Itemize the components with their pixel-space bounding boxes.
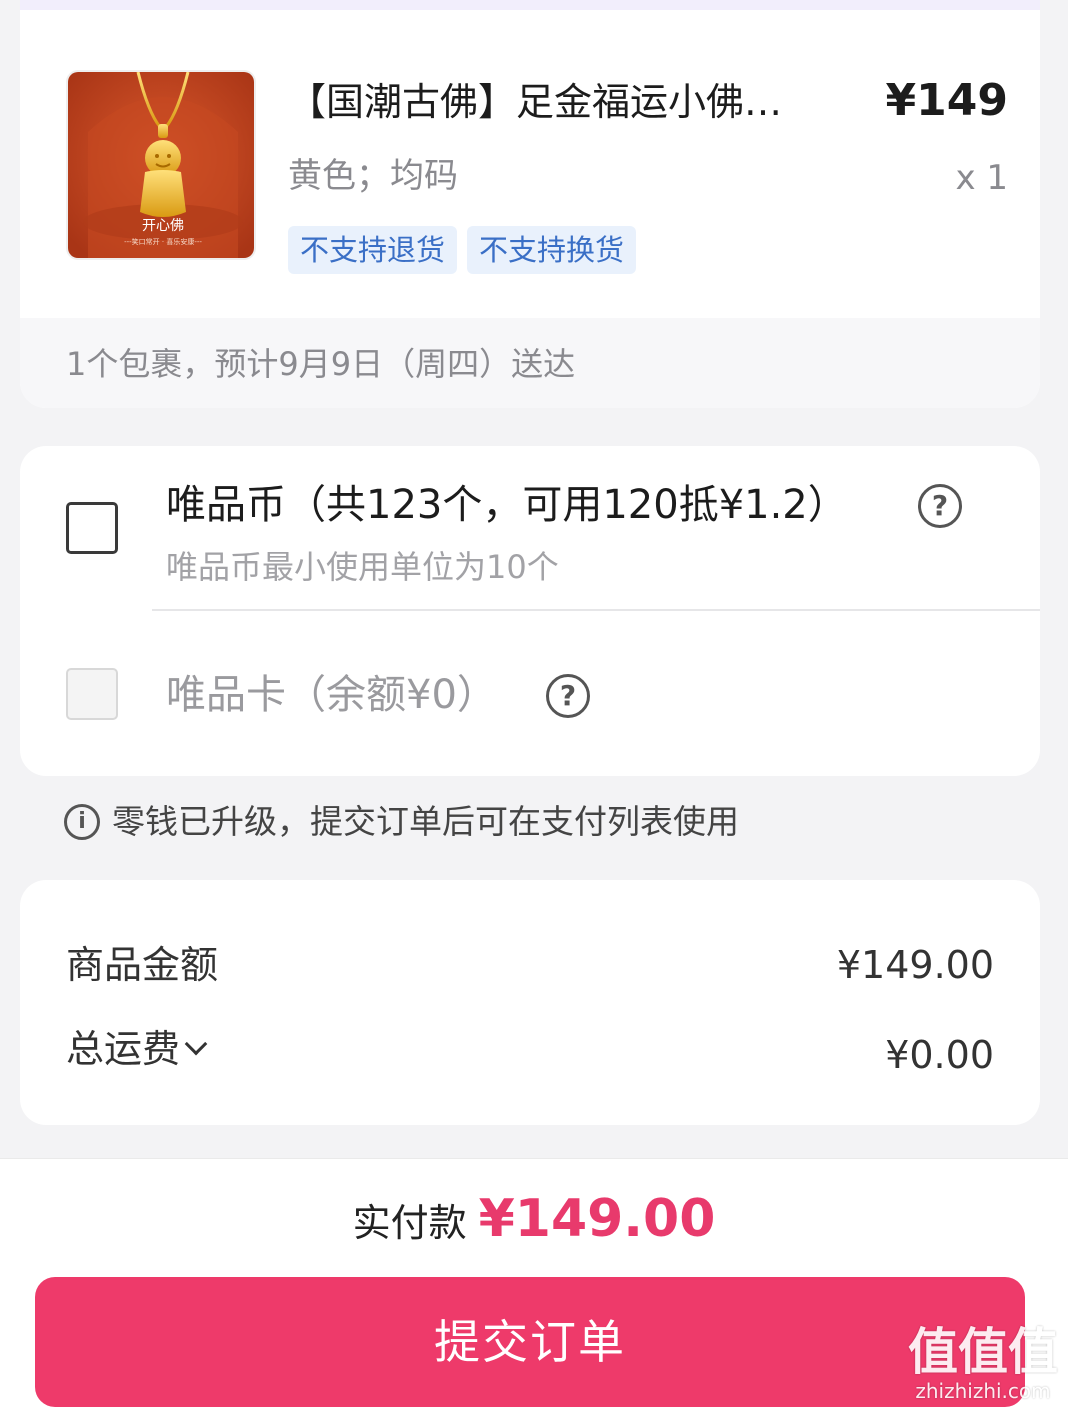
product-title[interactable]: 【国潮古佛】足金福运小佛… [288,78,848,126]
goods-amount-label: 商品金额 [66,943,219,987]
vip-coin-checkbox[interactable] [66,502,118,554]
vip-card-checkbox[interactable] [66,668,118,720]
product-quantity: x 1 [955,158,1008,198]
watermark-logo: 值值值 [908,1323,1058,1381]
pay-amount: ¥149.00 [478,1189,716,1249]
goods-amount-value: ¥149.00 [836,943,994,987]
product-tags: 不支持退货 不支持换货 [288,226,637,274]
top-strip [20,0,1040,10]
pendant-illustration: 开心佛 ---笑口常开 · 喜乐安康--- [68,72,254,258]
submit-order-button[interactable]: 提交订单 [35,1277,1025,1407]
tag-no-return: 不支持退货 [288,226,458,274]
vip-card-title: 唯品卡（余额¥0） [166,672,497,718]
image-subcaption: ---笑口常开 · 喜乐安康--- [124,237,202,246]
delivery-estimate: 1个包裹，预计9月9日（周四）送达 [20,318,1040,408]
price-summary-card: 商品金额 ¥149.00 总运费 ¥0.00 [20,880,1040,1125]
shipping-value: ¥0.00 [885,1033,994,1077]
product-spec: 黄色；均码 [288,156,458,196]
product-price: ¥149 [885,75,1008,126]
shipping-label[interactable]: 总运费 [66,1024,180,1074]
vip-coin-title: 唯品币（共123个，可用120抵¥1.2） [166,482,848,528]
vip-card-help-icon[interactable]: ? [546,674,590,718]
pay-label: 实付款 [352,1201,467,1245]
discount-options-card: 唯品币（共123个，可用120抵¥1.2） ? 唯品币最小使用单位为10个 唯品… [20,446,1040,776]
vip-coin-help-icon[interactable]: ? [918,484,962,528]
info-icon: i [64,804,100,840]
vip-coin-subtitle: 唯品币最小使用单位为10个 [166,548,559,586]
product-card: 开心佛 ---笑口常开 · 喜乐安康--- 【国潮古佛】足金福运小佛… ¥149… [20,10,1040,408]
product-image[interactable]: 开心佛 ---笑口常开 · 喜乐安康--- [66,70,256,260]
image-caption: 开心佛 [142,218,184,234]
watermark-url: zhizhizhi.com [915,1379,1051,1403]
pay-row: 实付款 ¥149.00 [0,1189,1068,1249]
watermark: 值值值 zhizhizhi.com [908,1324,1058,1402]
info-text: 零钱已升级，提交订单后可在支付列表使用 [112,802,739,841]
divider [152,609,1040,611]
checkout-bar: 实付款 ¥149.00 提交订单 值值值 zhizhizhi.com [0,1158,1068,1410]
tag-no-exchange: 不支持换货 [467,226,637,274]
info-notice: i 零钱已升级，提交订单后可在支付列表使用 [64,798,739,846]
